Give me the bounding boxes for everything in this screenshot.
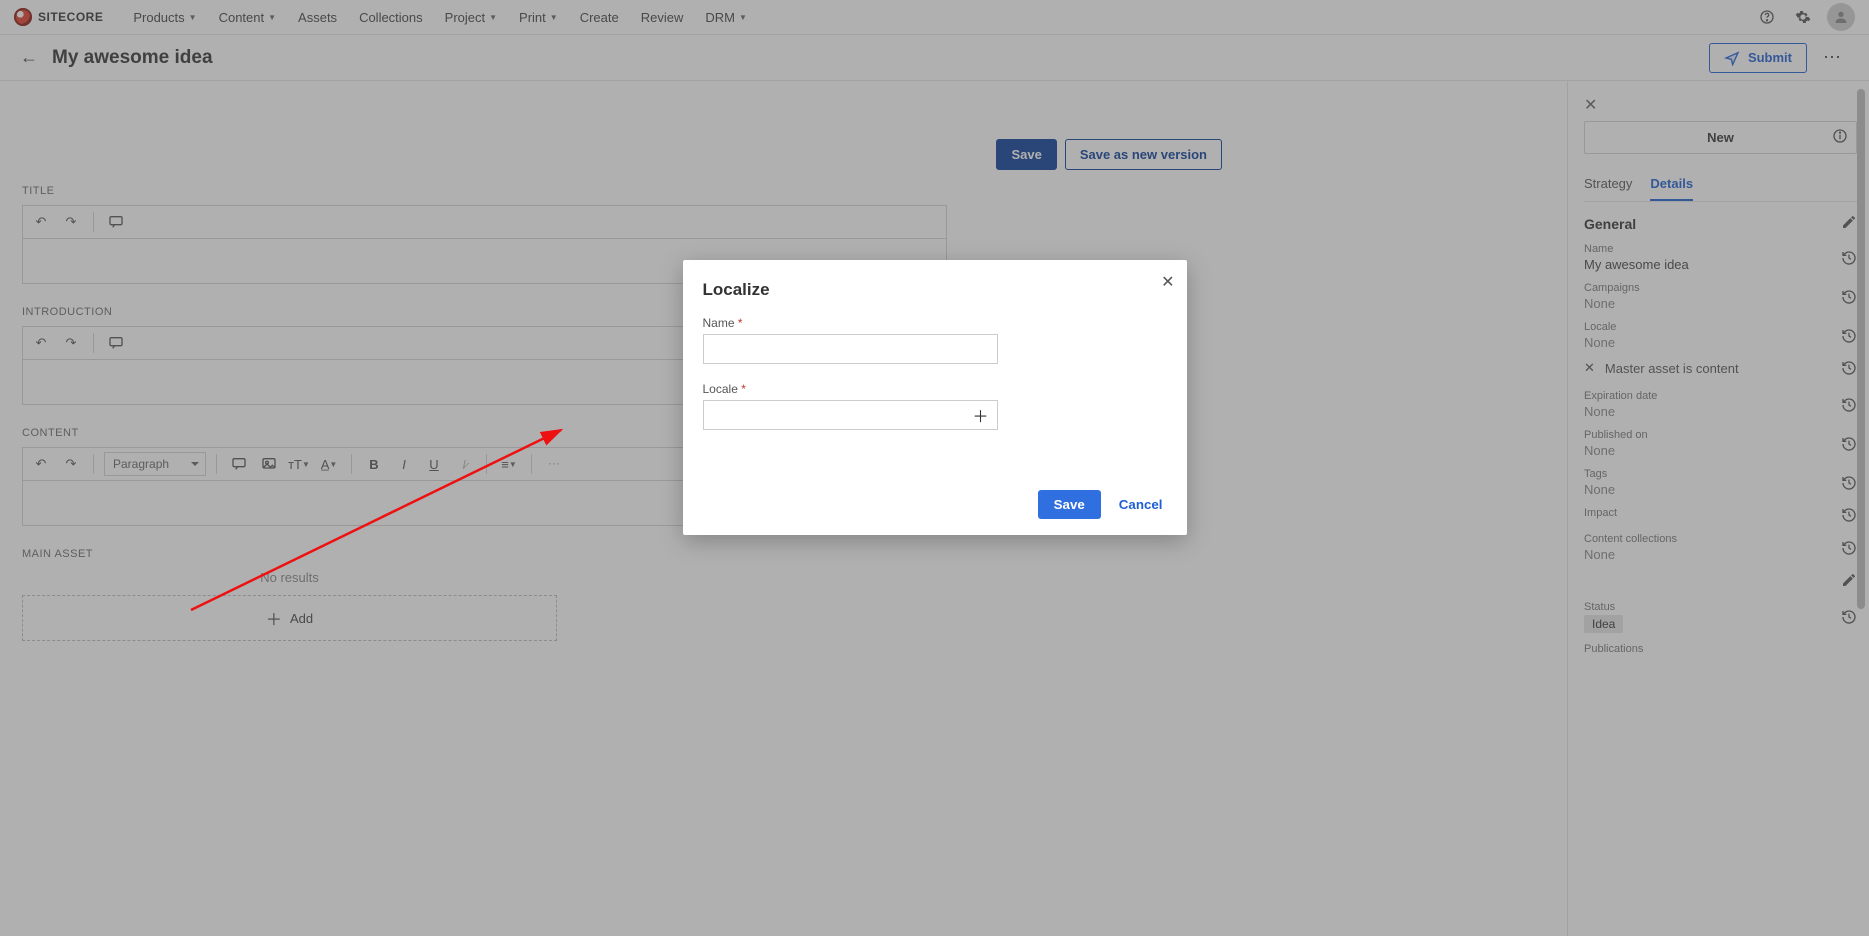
modal-name-input[interactable] (703, 334, 998, 364)
localize-modal: ✕ Localize Name * Locale * ＋ Save Cancel (683, 260, 1187, 535)
required-asterisk: * (741, 382, 746, 396)
modal-overlay: ✕ Localize Name * Locale * ＋ Save Cancel (0, 0, 1869, 936)
label-text: Name (703, 316, 735, 330)
modal-cancel-button[interactable]: Cancel (1115, 490, 1167, 519)
label-text: Locale (703, 382, 738, 396)
required-asterisk: * (738, 316, 743, 330)
add-locale-icon[interactable]: ＋ (968, 403, 992, 427)
close-modal-icon[interactable]: ✕ (1161, 272, 1174, 292)
modal-locale-input[interactable]: ＋ (703, 400, 998, 430)
modal-title: Localize (703, 280, 1167, 300)
modal-name-label: Name * (703, 316, 1167, 330)
modal-save-button[interactable]: Save (1038, 490, 1101, 519)
modal-locale-label: Locale * (703, 382, 1167, 396)
modal-actions: Save Cancel (703, 490, 1167, 519)
